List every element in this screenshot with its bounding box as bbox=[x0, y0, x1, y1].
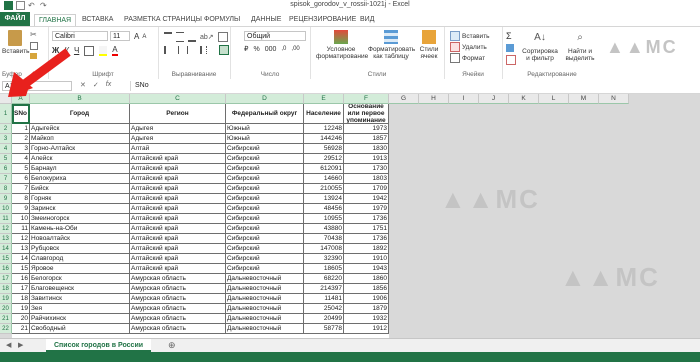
red-arrow-annotation bbox=[8, 48, 71, 97]
status-bar bbox=[0, 352, 700, 362]
sheet-tab-list-of-cities[interactable]: Список городов в России bbox=[46, 339, 152, 352]
scroll-right-icon[interactable]: ▶ bbox=[18, 341, 23, 349]
new-sheet-icon[interactable]: ⊕ bbox=[168, 340, 176, 351]
scroll-left-icon[interactable]: ◀ bbox=[6, 341, 11, 349]
arrow-icon bbox=[8, 48, 71, 97]
sheet-tab-bar: ◀ ▶ Список городов в России ⊕ bbox=[0, 338, 700, 353]
